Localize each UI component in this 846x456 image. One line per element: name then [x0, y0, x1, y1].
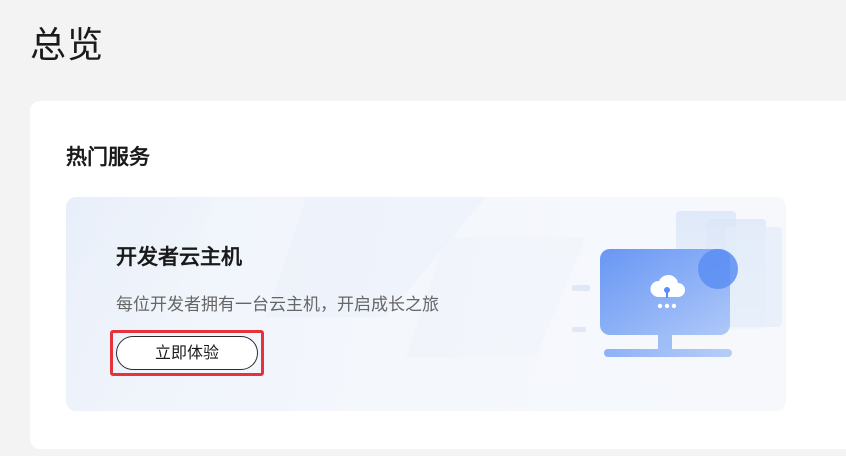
- service-card-developer-cloud-host: 开发者云主机 每位开发者拥有一台云主机，开启成长之旅 立即体验: [66, 197, 786, 411]
- cloud-monitor-icon: [572, 211, 782, 357]
- page-title: 总览: [30, 25, 105, 66]
- card-title: 开发者云主机: [116, 245, 242, 269]
- try-now-button[interactable]: 立即体验: [116, 336, 258, 370]
- main-panel: 热门服务 开发者云主机 每位开发者拥有一台云主机，开启成长之旅 立即体验: [30, 101, 846, 449]
- card-description: 每位开发者拥有一台云主机，开启成长之旅: [116, 295, 439, 315]
- section-title-hot-services: 热门服务: [66, 145, 150, 169]
